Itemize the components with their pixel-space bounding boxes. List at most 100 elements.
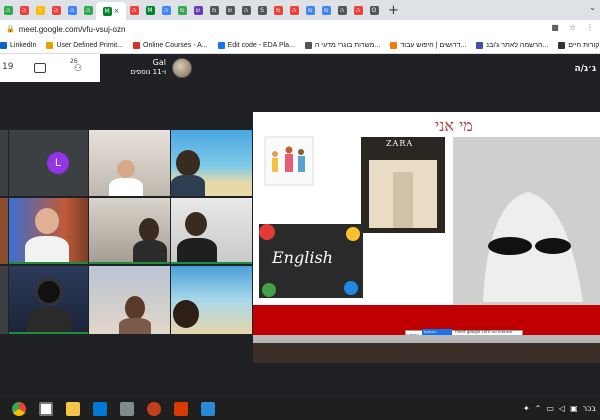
meeting-title: ג׳ג/ה: [574, 64, 596, 74]
browser-tab[interactable]: ש: [190, 2, 206, 18]
file-explorer-icon[interactable]: [66, 402, 80, 416]
tab-favicon: ה: [3, 5, 13, 15]
browser-tab[interactable]: ה: [238, 2, 254, 18]
tab-favicon: ה: [19, 5, 29, 15]
bookmark-icon: [217, 42, 225, 49]
powerpoint-icon[interactable]: [147, 402, 161, 416]
browser-tab[interactable]: מ: [318, 2, 334, 18]
browser-tab[interactable]: M ×: [96, 2, 126, 20]
browser-tab[interactable]: מ: [206, 2, 222, 18]
chrome-icon[interactable]: [12, 402, 26, 416]
browser-tab[interactable]: ה: [0, 2, 16, 18]
browser-tab[interactable]: ה: [126, 2, 142, 18]
display-icon[interactable]: ▣: [570, 404, 578, 413]
people-icon[interactable]: ⚇: [74, 64, 82, 74]
bookmark-item[interactable]: משרות בוגרי מדעי ה...: [304, 42, 380, 49]
participant-tile[interactable]: [0, 198, 8, 264]
browser-tab[interactable]: M: [142, 2, 158, 18]
browser-tab[interactable]: ה: [350, 2, 366, 18]
bookmark-icon: [46, 42, 54, 49]
browser-tab[interactable]: מ: [270, 2, 286, 18]
camera-icon[interactable]: ■: [551, 23, 559, 32]
tab-favicon: ש: [225, 5, 235, 15]
browser-tab[interactable]: ה: [48, 2, 64, 18]
participant-count: 19: [2, 62, 14, 72]
bookmark-label: User Defined Primit...: [56, 42, 123, 49]
app-icon[interactable]: [201, 402, 215, 416]
family-figure: [272, 151, 278, 157]
bookmark-icon: [0, 42, 7, 49]
office-icon[interactable]: [174, 402, 188, 416]
chevron-up-icon[interactable]: ⌃: [535, 404, 542, 413]
taskbar-time[interactable]: בכר: [583, 404, 596, 413]
participant-face: [176, 150, 200, 176]
tab-favicon: ה: [241, 5, 251, 15]
bookmark-icon: [476, 42, 484, 49]
bookmark-item[interactable]: Edit code - EDA Pla...: [217, 42, 295, 49]
participant-tile[interactable]: [89, 266, 170, 334]
browser-tab[interactable]: ה: [286, 2, 302, 18]
bookmark-item[interactable]: הרשמה לאתר ג'ובנ...: [476, 42, 548, 49]
address-bar-row: 🔒 meet.google.com/vfu-vsuj-ozn ■ ☆ ⋮: [0, 20, 600, 38]
bookmark-item[interactable]: קורות חיים |: [558, 42, 600, 49]
browser-tab[interactable]: ה: [158, 2, 174, 18]
participant-tile[interactable]: [171, 198, 252, 264]
new-tab-button[interactable]: +: [388, 3, 399, 18]
browser-tab[interactable]: ל: [32, 2, 48, 18]
tab-favicon: M: [145, 5, 155, 15]
chat-icon[interactable]: [34, 63, 46, 73]
participant-tile[interactable]: [0, 266, 8, 334]
browser-tab[interactable]: ה: [64, 2, 80, 18]
bookmark-icon: [558, 42, 566, 49]
participant-tile[interactable]: [89, 130, 170, 196]
tab-favicon: ה: [337, 5, 347, 15]
photos-icon[interactable]: [120, 402, 134, 416]
participant-face: [117, 160, 135, 178]
tab-close-icon[interactable]: ×: [114, 7, 120, 15]
tab-search-icon[interactable]: ⌄: [589, 3, 596, 12]
participant-tile[interactable]: [9, 198, 88, 264]
bookmark-item[interactable]: Online Courses - A...: [133, 42, 208, 49]
person-icon[interactable]: ✦: [523, 404, 530, 413]
browser-tab[interactable]: O: [366, 2, 382, 18]
windows-taskbar: [0, 398, 600, 420]
presenter-avatar[interactable]: [172, 58, 192, 78]
participant-tile[interactable]: [89, 198, 170, 264]
browser-tab[interactable]: מ: [174, 2, 190, 18]
volume-icon[interactable]: ◁: [559, 404, 565, 413]
store-icon[interactable]: [39, 402, 53, 416]
tab-favicon: מ: [177, 5, 187, 15]
bookmark-item[interactable]: User Defined Primit...: [46, 42, 123, 49]
family-figure-body: [285, 154, 293, 172]
participant-tile[interactable]: [171, 130, 252, 196]
bookmark-label: Online Courses - A...: [143, 42, 208, 49]
participant-body: [119, 318, 151, 334]
star-icon[interactable]: ☆: [569, 23, 576, 32]
bookmark-item[interactable]: LinkedIn: [0, 42, 36, 49]
bookmark-label: דרושים | חיפוש עבוד...: [400, 42, 467, 49]
mail-icon[interactable]: [93, 402, 107, 416]
browser-tab[interactable]: ה: [16, 2, 32, 18]
board-decoration: [259, 224, 275, 240]
browser-tab[interactable]: S: [254, 2, 270, 18]
browser-tab[interactable]: ה: [80, 2, 96, 18]
participant-tile[interactable]: L: [9, 130, 88, 196]
family-figure-body: [298, 156, 305, 172]
url-field[interactable]: meet.google.com/vfu-vsuj-ozn: [19, 25, 126, 34]
participant-face: [139, 218, 159, 242]
bookmark-item[interactable]: דרושים | חיפוש עבוד...: [390, 42, 466, 49]
participant-body: [27, 308, 71, 334]
participant-tile[interactable]: [9, 266, 88, 334]
tab-favicon: ש: [193, 5, 203, 15]
sunglasses-lens: [535, 238, 571, 254]
participant-tile[interactable]: [171, 266, 252, 334]
menu-icon[interactable]: ⋮: [586, 23, 594, 32]
participant-tile[interactable]: [0, 130, 8, 196]
participant-body: [171, 175, 205, 196]
zara-door: [393, 172, 413, 228]
browser-tab[interactable]: ה: [334, 2, 350, 18]
browser-tab[interactable]: ש: [222, 2, 238, 18]
network-icon[interactable]: ▭: [546, 404, 554, 413]
speaking-indicator: [9, 262, 88, 264]
browser-tab[interactable]: מ: [302, 2, 318, 18]
